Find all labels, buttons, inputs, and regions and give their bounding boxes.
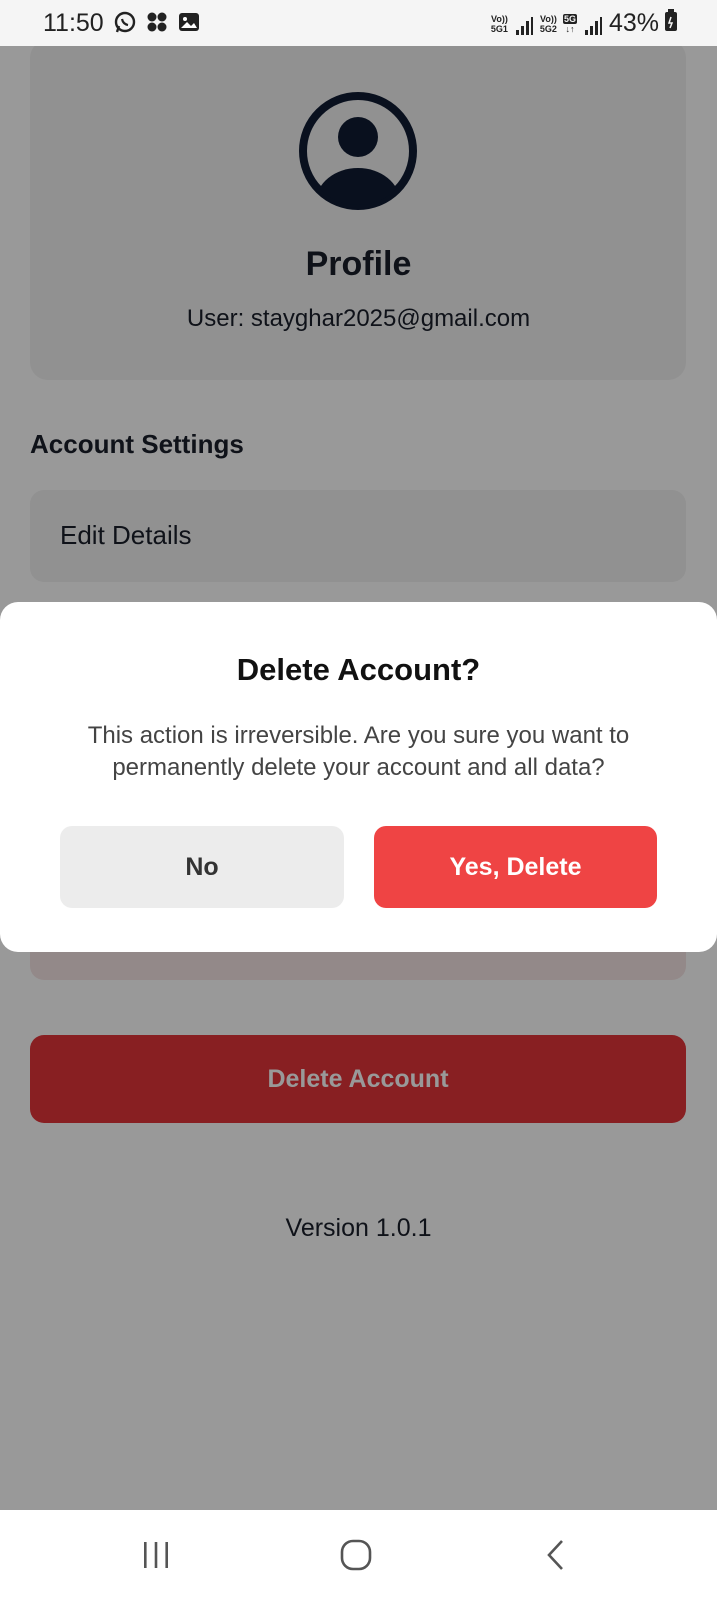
delete-account-dialog: Delete Account? This action is irreversi… bbox=[0, 602, 717, 952]
sim2-label: Vo)) 5G2 bbox=[539, 13, 557, 34]
status-time: 11:50 bbox=[43, 9, 104, 37]
notification-icons bbox=[113, 10, 201, 41]
back-icon[interactable] bbox=[531, 1530, 581, 1580]
app-grid-icon bbox=[145, 10, 169, 41]
battery-percent: 43% bbox=[608, 9, 659, 37]
status-right-icons: Vo)) 5G1 Vo)) 5G2 5G ↓↑ 43% bbox=[491, 9, 677, 38]
system-nav-bar bbox=[0, 1510, 717, 1600]
battery-icon bbox=[665, 9, 677, 38]
status-bar: 11:50 Vo)) 5G1 Vo)) 5G2 5G ↓↑ 43% bbox=[0, 0, 717, 46]
home-icon[interactable] bbox=[331, 1530, 381, 1580]
confirm-delete-button[interactable]: Yes, Delete bbox=[374, 826, 657, 908]
gallery-icon bbox=[177, 10, 201, 41]
dialog-title: Delete Account? bbox=[236, 652, 481, 687]
sim1-label: Vo)) 5G1 bbox=[490, 13, 508, 34]
recents-icon[interactable] bbox=[131, 1530, 181, 1580]
cancel-button[interactable]: No bbox=[60, 826, 344, 908]
signal-icon bbox=[514, 14, 534, 35]
app-screen: Profile User: stayghar2025@gmail.com Acc… bbox=[0, 0, 717, 1600]
whatsapp-icon bbox=[113, 10, 137, 41]
signal-icon bbox=[583, 14, 603, 35]
network-type: 5G ↓↑ bbox=[562, 13, 577, 34]
dialog-message: This action is irreversible. Are you sur… bbox=[87, 722, 630, 781]
